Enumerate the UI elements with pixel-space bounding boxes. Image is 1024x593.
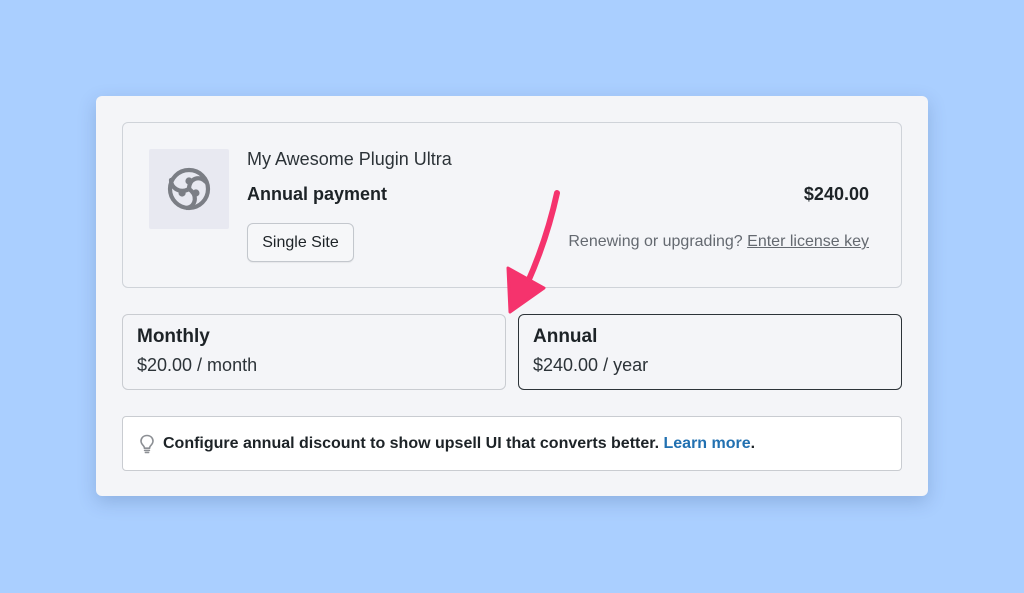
enter-license-key-link[interactable]: Enter license key [747, 233, 869, 250]
renew-prompt: Renewing or upgrading? Enter license key [568, 233, 869, 251]
billing-label: Annual payment [247, 184, 388, 204]
upsell-notice: Configure annual discount to show upsell… [122, 416, 902, 471]
renew-prompt-text: Renewing or upgrading? [568, 233, 743, 250]
license-type-button[interactable]: Single Site [247, 223, 354, 262]
notice-message: Configure annual discount to show upsell… [163, 435, 755, 453]
notice-suffix: . [750, 434, 756, 452]
product-name: My Awesome Plugin Ultra [247, 149, 452, 169]
notice-text: Configure annual discount to show upsell… [163, 434, 660, 452]
product-thumbnail [149, 149, 229, 229]
plan-option-annual[interactable]: Annual $240.00 / year [518, 314, 902, 390]
plan-option-monthly[interactable]: Monthly $20.00 / month [122, 314, 506, 390]
lightbulb-icon [140, 434, 154, 453]
learn-more-link[interactable]: Learn more [664, 435, 751, 452]
plan-price: $240.00 / year [533, 355, 649, 375]
product-price: $240.00 [803, 184, 869, 204]
plugin-logo-icon [167, 167, 211, 211]
plan-price: $20.00 / month [137, 355, 258, 375]
checkout-card: My Awesome Plugin Ultra Annual payment $… [96, 96, 928, 496]
plan-title: Annual [533, 326, 598, 347]
plan-title: Monthly [137, 326, 210, 347]
product-summary: My Awesome Plugin Ultra Annual payment $… [122, 122, 902, 288]
